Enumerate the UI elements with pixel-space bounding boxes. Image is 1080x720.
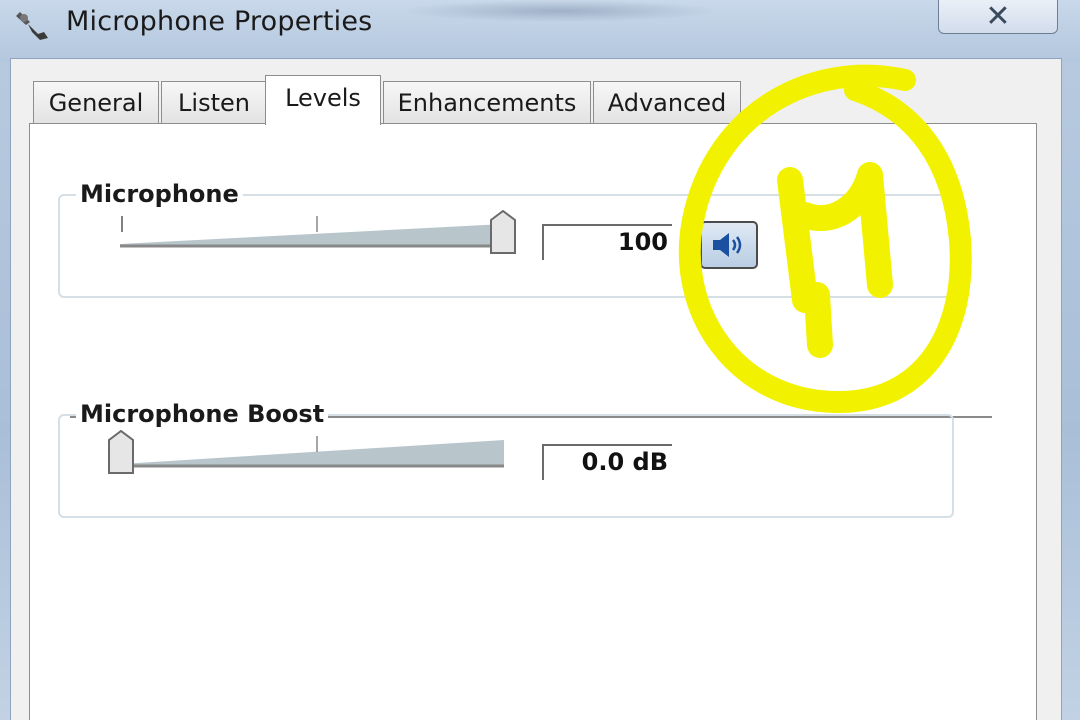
boost-level-text: 0.0 dB <box>581 448 668 476</box>
microphone-level-text: 100 <box>617 228 668 256</box>
tab-label: Enhancements <box>397 88 577 117</box>
microphone-slider-thumb[interactable] <box>488 210 518 256</box>
levels-panel: Microphone 100 Microphone Boost 0.0 dB <box>29 123 1037 720</box>
title-bar: Microphone Properties ✕ <box>0 0 1080 62</box>
slider-track-wedge <box>120 216 504 248</box>
microphone-group-label: Microphone <box>76 180 243 208</box>
close-button[interactable]: ✕ <box>938 0 1058 34</box>
slider-track-wedge <box>120 436 504 468</box>
mute-toggle-button[interactable] <box>700 221 758 269</box>
tab-label: Levels <box>285 84 361 112</box>
microphone-group: Microphone 100 <box>58 180 954 298</box>
tab-general[interactable]: General <box>33 81 159 123</box>
tab-listen[interactable]: Listen <box>161 81 267 123</box>
tab-label: Listen <box>178 88 250 117</box>
microphone-boost-group: Microphone Boost 0.0 dB <box>58 400 954 518</box>
tab-label: General <box>48 88 144 117</box>
title-bar-glass <box>400 0 720 22</box>
tab-advanced[interactable]: Advanced <box>593 81 741 123</box>
tab-levels[interactable]: Levels <box>265 75 381 125</box>
boost-level-value[interactable]: 0.0 dB <box>542 444 672 480</box>
boost-group-label: Microphone Boost <box>76 400 329 428</box>
boost-slider-thumb[interactable] <box>106 430 136 476</box>
microphone-level-value[interactable]: 100 <box>542 224 672 260</box>
microphone-app-icon <box>16 12 48 40</box>
window-title: Microphone Properties <box>66 6 373 37</box>
close-icon: ✕ <box>985 0 1011 34</box>
dialog-client-area: General Listen Levels Enhancements Advan… <box>10 58 1062 720</box>
tab-enhancements[interactable]: Enhancements <box>383 81 591 123</box>
microphone-level-slider[interactable] <box>112 210 516 256</box>
tab-label: Advanced <box>607 88 727 117</box>
boost-level-slider[interactable] <box>108 430 512 476</box>
speaker-icon <box>713 233 742 257</box>
